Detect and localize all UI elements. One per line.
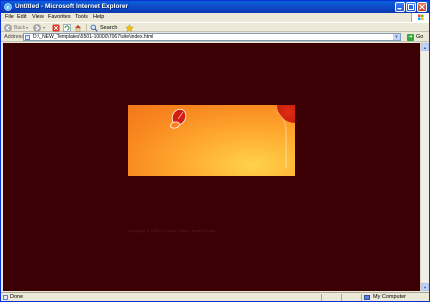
- address-field[interactable]: D:\_NEW_Templates\5501-10000\7067\site\i…: [23, 33, 401, 41]
- status-divider: [341, 294, 342, 301]
- vertical-scrollbar[interactable]: ▲ ▼: [420, 43, 429, 291]
- page-viewport: Copyright © 2004 • Privacy Policy • Term…: [3, 43, 420, 291]
- maximize-icon: [408, 4, 414, 10]
- footer-copyright: Copyright © 2004 • Privacy Policy • Term…: [128, 228, 216, 233]
- menu-tools[interactable]: Tools: [75, 13, 88, 22]
- address-url[interactable]: D:\_NEW_Templates\5501-10000\7067\site\i…: [33, 34, 153, 40]
- address-label: Address: [4, 34, 25, 40]
- go-button-label[interactable]: Go: [416, 32, 423, 42]
- minimize-button[interactable]: [395, 2, 405, 12]
- status-text: Done: [10, 294, 24, 300]
- favorites-star-icon[interactable]: [125, 24, 134, 32]
- window-title: Untitled - Microsoft Internet Explorer: [15, 3, 129, 10]
- security-zone: My Computer: [373, 294, 407, 300]
- scroll-down-icon[interactable]: ▼: [421, 283, 429, 291]
- stop-icon[interactable]: [52, 24, 60, 32]
- close-button[interactable]: [417, 2, 427, 12]
- page-icon: [25, 35, 30, 40]
- ie-logo-icon: e: [4, 3, 12, 11]
- search-button-label[interactable]: Search: [100, 24, 117, 32]
- maximize-button[interactable]: [406, 2, 416, 12]
- title-bar[interactable]: e Untitled - Microsoft Internet Explorer: [1, 1, 429, 13]
- status-bar: Done My Computer: [1, 292, 429, 301]
- butterfly-logo-icon: [170, 108, 187, 129]
- home-icon[interactable]: [74, 24, 82, 32]
- search-icon[interactable]: [90, 24, 98, 32]
- menu-bar: File Edit View Favorites Tools Help: [1, 13, 429, 22]
- standard-toolbar: Back ▾ ▾ Search: [1, 22, 429, 32]
- page-done-icon: [3, 295, 8, 300]
- back-arrow-icon[interactable]: [4, 24, 12, 32]
- minimize-icon: [397, 8, 402, 10]
- svg-text:e: e: [7, 5, 10, 11]
- close-icon: [419, 4, 425, 10]
- forward-arrow-icon[interactable]: [33, 24, 41, 32]
- menu-file[interactable]: File: [5, 13, 14, 22]
- go-arrow-icon[interactable]: ➜: [407, 34, 414, 41]
- forward-dropdown-icon[interactable]: ▾: [43, 24, 45, 32]
- back-dropdown-icon[interactable]: ▾: [26, 24, 28, 32]
- windows-flag-icon: [411, 13, 429, 22]
- menu-favorites[interactable]: Favorites: [48, 13, 71, 22]
- menu-help[interactable]: Help: [93, 13, 104, 22]
- refresh-icon[interactable]: [63, 24, 71, 32]
- menu-view[interactable]: View: [32, 13, 44, 22]
- status-divider: [361, 294, 362, 301]
- toolbar-divider: [86, 24, 87, 32]
- status-divider: [321, 294, 322, 301]
- menu-edit[interactable]: Edit: [17, 13, 26, 22]
- back-button-label[interactable]: Back: [14, 24, 25, 32]
- browser-window: e Untitled - Microsoft Internet Explorer…: [0, 0, 430, 302]
- address-bar: Address D:\_NEW_Templates\5501-10000\706…: [1, 32, 429, 42]
- my-computer-icon: [364, 295, 370, 300]
- scroll-up-icon[interactable]: ▲: [421, 43, 429, 51]
- address-dropdown-icon[interactable]: ▼: [393, 34, 400, 40]
- orange-banner: [128, 105, 295, 176]
